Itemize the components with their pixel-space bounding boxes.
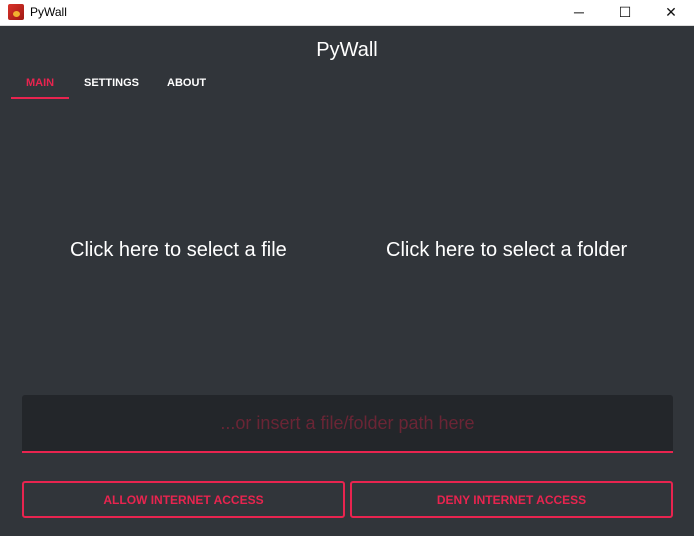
path-field[interactable] xyxy=(22,395,673,453)
window-title: PyWall xyxy=(30,5,67,19)
tab-about[interactable]: ABOUT xyxy=(167,77,206,89)
deny-internet-access-button[interactable]: DENY INTERNET ACCESS xyxy=(350,481,673,518)
tab-settings[interactable]: SETTINGS xyxy=(84,77,139,89)
select-folder-button[interactable]: Click here to select a folder xyxy=(386,239,627,262)
allow-internet-access-button[interactable]: ALLOW INTERNET ACCESS xyxy=(22,481,345,518)
maximize-button[interactable]: ☐ xyxy=(602,0,648,26)
minimize-button[interactable]: ─ xyxy=(556,0,602,26)
tab-main[interactable]: MAIN xyxy=(26,77,54,89)
path-input[interactable] xyxy=(22,395,673,451)
app-icon xyxy=(8,4,24,20)
active-tab-indicator xyxy=(11,97,69,99)
app-title: PyWall xyxy=(316,39,378,61)
select-file-button[interactable]: Click here to select a file xyxy=(70,239,287,262)
close-button[interactable]: ✕ xyxy=(648,0,694,26)
window-titlebar: PyWall ─ ☐ ✕ xyxy=(0,0,694,26)
